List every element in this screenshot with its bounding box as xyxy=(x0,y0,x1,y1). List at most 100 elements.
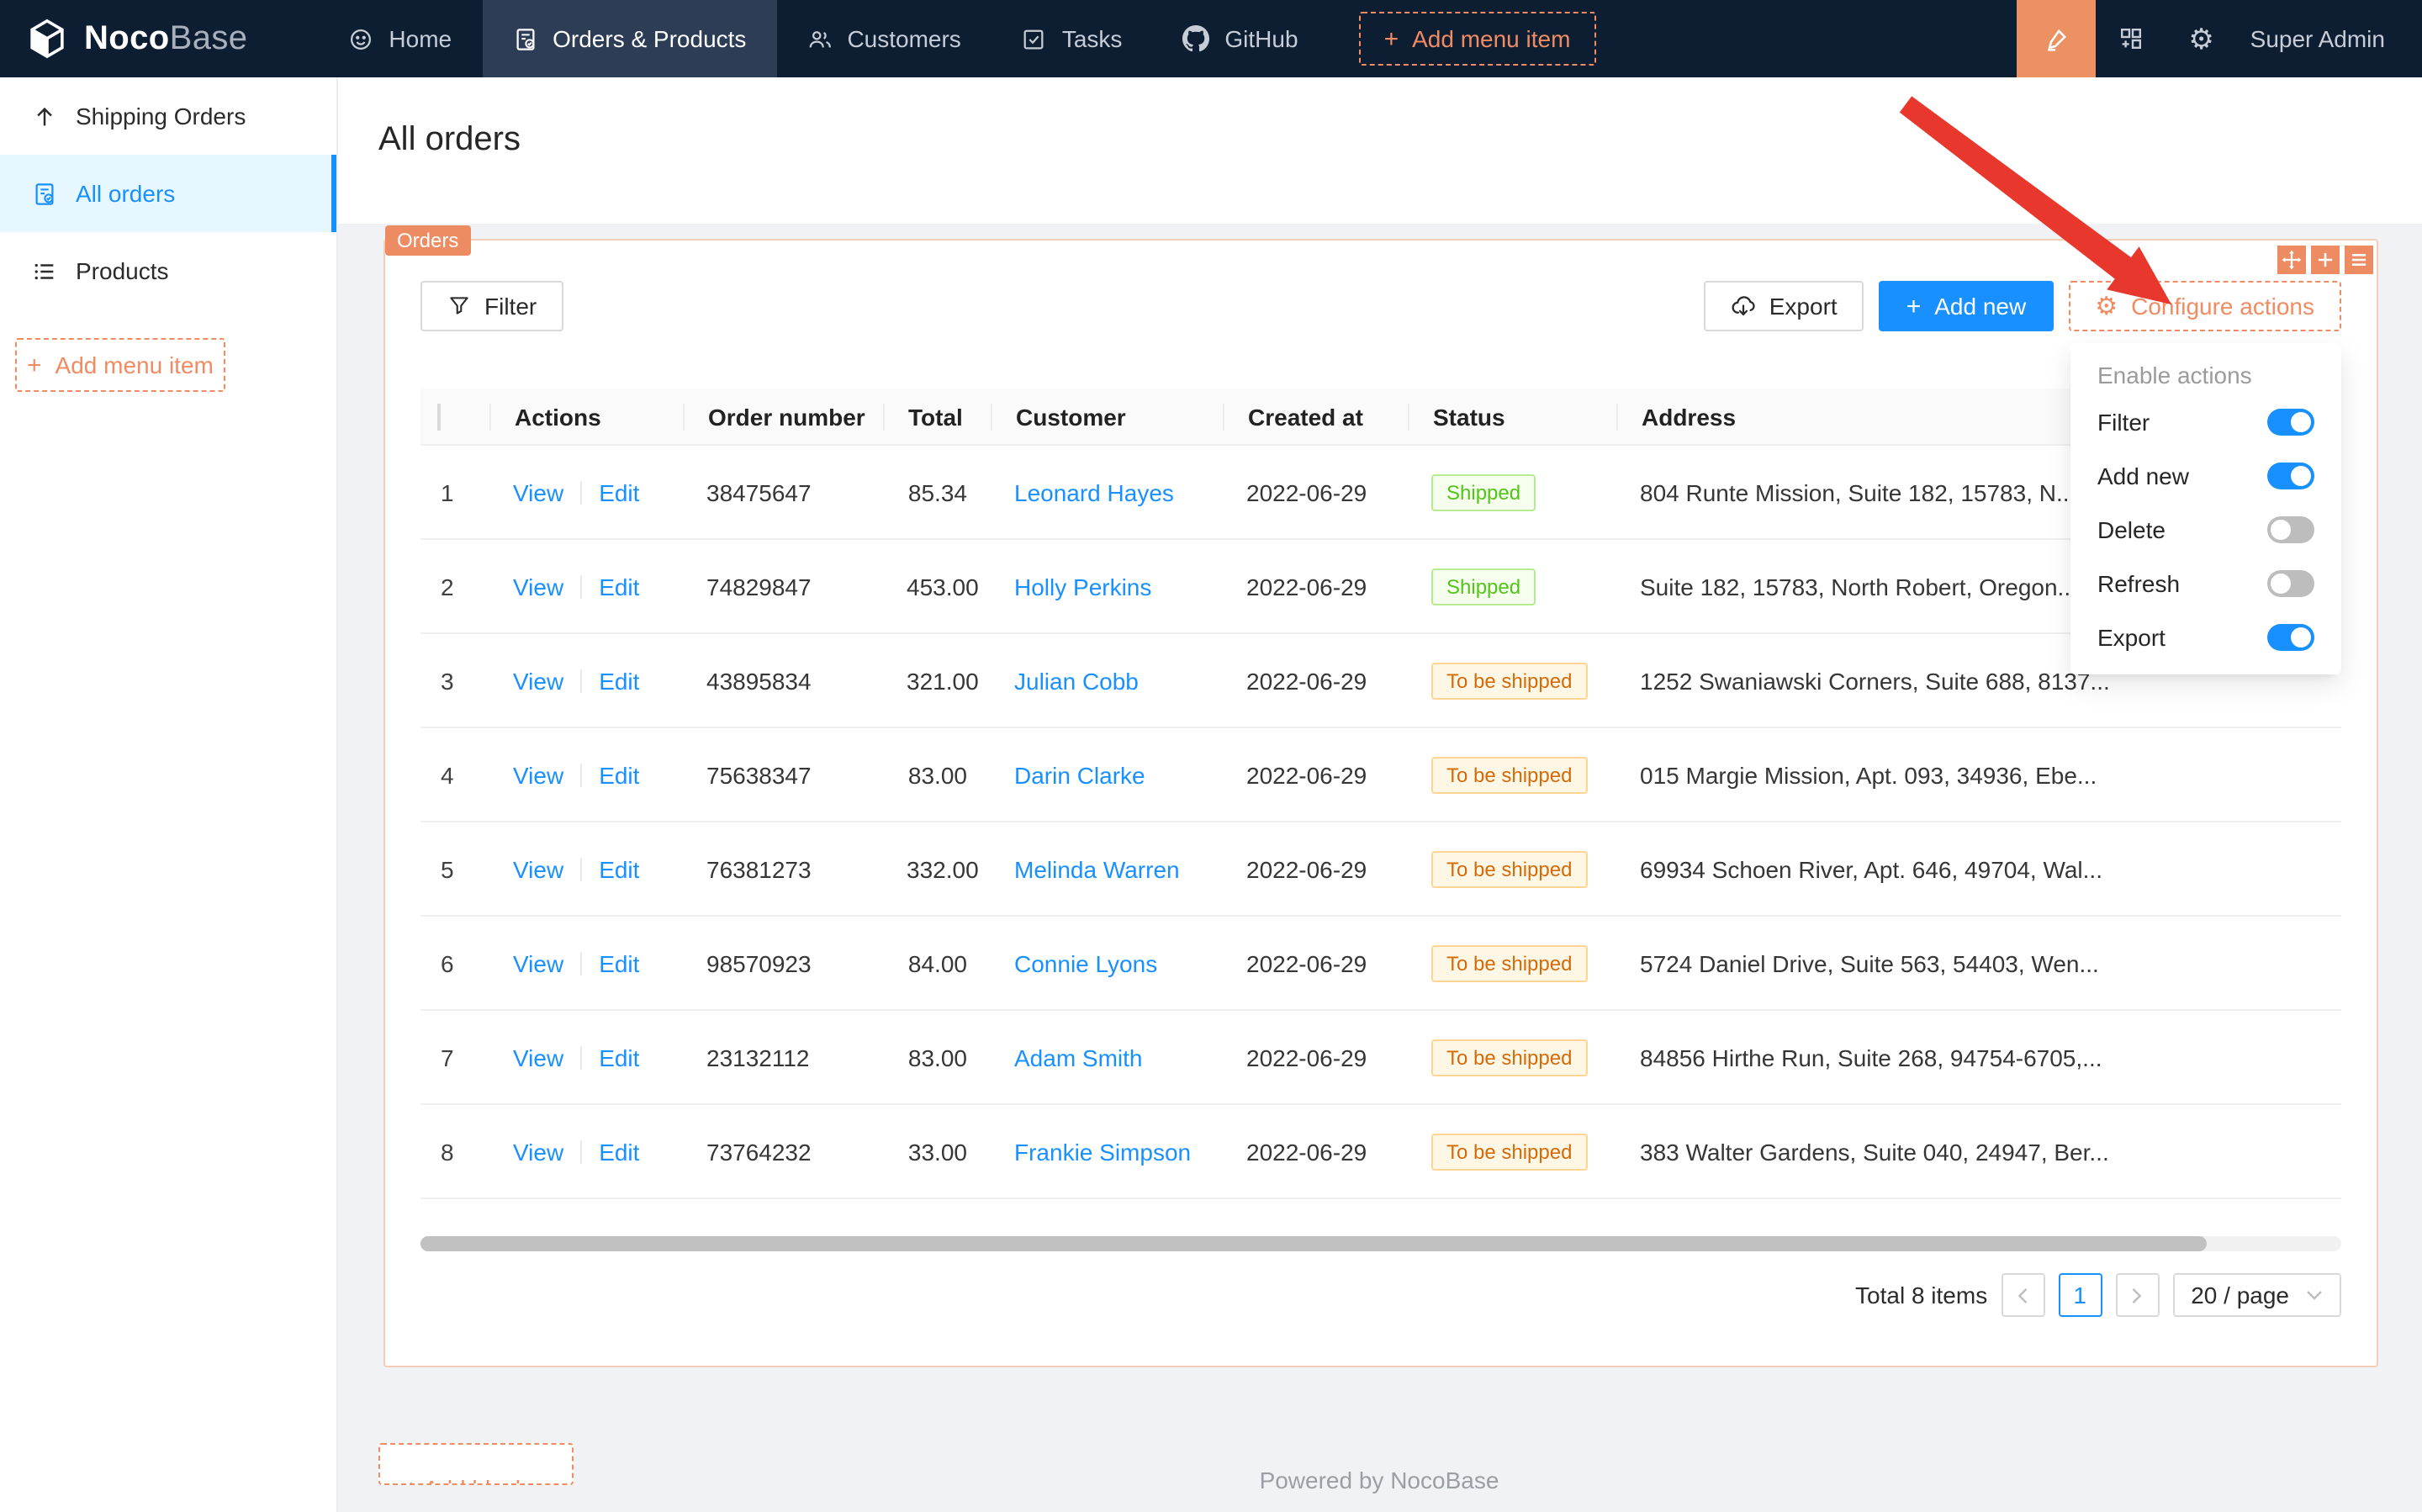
table-row[interactable]: 1 ViewEdit 38475647 85.34 Leonard Hayes … xyxy=(420,446,2341,540)
prev-page-button[interactable] xyxy=(2001,1273,2044,1317)
view-link[interactable]: View xyxy=(513,478,563,505)
switch-knob xyxy=(2291,412,2311,432)
view-link[interactable]: View xyxy=(513,949,563,976)
nav-item-customers[interactable]: Customers xyxy=(776,0,991,77)
dropdown-item[interactable]: Filter xyxy=(2070,395,2341,449)
add-block-icon[interactable] xyxy=(2311,246,2340,274)
nav-item-home[interactable]: Home xyxy=(318,0,482,77)
user-menu[interactable]: Super Admin xyxy=(2237,25,2422,52)
toggle-switch[interactable] xyxy=(2267,624,2314,651)
switch-knob xyxy=(2271,520,2291,540)
row-index: 5 xyxy=(420,855,489,882)
app-window: NocoBase Home Orders xyxy=(0,0,2422,1512)
dropdown-item[interactable]: Delete xyxy=(2070,503,2341,557)
configure-actions-button[interactable]: ⚙ Configure actions xyxy=(2068,281,2341,331)
sidebar-item-label: Products xyxy=(76,257,169,284)
dropdown-item[interactable]: Add new xyxy=(2070,449,2341,503)
customer-link[interactable]: Adam Smith xyxy=(1014,1044,1143,1071)
nav-item-github[interactable]: GitHub xyxy=(1152,0,1328,77)
customer-cell: Darin Clarke xyxy=(991,761,1223,788)
view-link[interactable]: View xyxy=(513,573,563,600)
customer-cell: Adam Smith xyxy=(991,1044,1223,1071)
status-badge: To be shipped xyxy=(1431,662,1587,699)
nav-label: Tasks xyxy=(1062,25,1123,52)
nav-item-tasks[interactable]: Tasks xyxy=(992,0,1153,77)
total-cell: 85.34 xyxy=(883,478,991,505)
orders-table: Actions Order number Total Customer Crea… xyxy=(420,389,2341,1199)
table-row[interactable]: 3 ViewEdit 43895834 321.00 Julian Cobb 2… xyxy=(420,634,2341,728)
customer-link[interactable]: Connie Lyons xyxy=(1014,949,1157,976)
filter-button[interactable]: Filter xyxy=(420,281,563,331)
export-button[interactable]: Export xyxy=(1704,281,1864,331)
edit-link[interactable]: Edit xyxy=(599,949,639,976)
view-link[interactable]: View xyxy=(513,855,563,882)
select-all-checkbox[interactable] xyxy=(437,403,441,430)
customer-link[interactable]: Julian Cobb xyxy=(1014,667,1139,694)
row-index: 4 xyxy=(420,761,489,788)
table-row[interactable]: 8 ViewEdit 73764232 33.00 Frankie Simpso… xyxy=(420,1105,2341,1199)
toggle-switch[interactable] xyxy=(2267,516,2314,543)
column-header-created-at[interactable]: Created at xyxy=(1223,403,1408,430)
file-check-icon xyxy=(32,181,57,206)
table-header-row: Actions Order number Total Customer Crea… xyxy=(420,389,2341,446)
horizontal-scrollbar-thumb[interactable] xyxy=(420,1236,2207,1251)
action-divider xyxy=(580,1045,582,1069)
dropdown-item[interactable]: Refresh xyxy=(2070,557,2341,611)
column-header-total[interactable]: Total xyxy=(883,403,991,430)
nav-item-orders-products[interactable]: Orders & Products xyxy=(482,0,776,77)
block-menu-icon[interactable] xyxy=(2345,246,2373,274)
plus-icon: + xyxy=(1906,293,1922,319)
toggle-switch[interactable] xyxy=(2267,463,2314,489)
edit-link[interactable]: Edit xyxy=(599,1138,639,1165)
view-link[interactable]: View xyxy=(513,761,563,788)
row-actions: View Edit xyxy=(489,761,683,788)
table-row[interactable]: 5 ViewEdit 76381273 332.00 Melinda Warre… xyxy=(420,822,2341,917)
status-cell: To be shipped xyxy=(1408,1133,1616,1170)
edit-link[interactable]: Edit xyxy=(599,573,639,600)
arrow-up-icon xyxy=(32,103,57,129)
edit-link[interactable]: Edit xyxy=(599,478,639,505)
sidebar-item-shipping-orders[interactable]: Shipping Orders xyxy=(0,77,336,155)
table-row[interactable]: 4 ViewEdit 75638347 83.00 Darin Clarke 2… xyxy=(420,728,2341,822)
dropdown-item[interactable]: Export xyxy=(2070,611,2341,664)
view-link[interactable]: View xyxy=(513,1138,563,1165)
created-at-cell: 2022-06-29 xyxy=(1223,667,1408,694)
view-link[interactable]: View xyxy=(513,667,563,694)
table-row[interactable]: 7 ViewEdit 23132112 83.00 Adam Smith 202… xyxy=(420,1011,2341,1105)
header-right: ⚙ Super Admin xyxy=(2017,0,2422,77)
edit-link[interactable]: Edit xyxy=(599,761,639,788)
status-badge: Shipped xyxy=(1431,568,1536,605)
edit-link[interactable]: Edit xyxy=(599,667,639,694)
customer-link[interactable]: Darin Clarke xyxy=(1014,761,1145,788)
customer-cell: Julian Cobb xyxy=(991,667,1223,694)
customer-link[interactable]: Frankie Simpson xyxy=(1014,1138,1191,1165)
next-page-button[interactable] xyxy=(2115,1273,2159,1317)
page-number-button[interactable]: 1 xyxy=(2058,1273,2102,1317)
view-link[interactable]: View xyxy=(513,1044,563,1071)
column-header-actions[interactable]: Actions xyxy=(489,403,683,430)
sidebar-item-products[interactable]: Products xyxy=(0,232,336,309)
customer-link[interactable]: Leonard Hayes xyxy=(1014,478,1174,505)
column-header-order-number[interactable]: Order number xyxy=(683,403,883,430)
sidebar-item-all-orders[interactable]: All orders xyxy=(0,155,336,232)
page-size-select[interactable]: 20 / page xyxy=(2172,1273,2341,1317)
table-row[interactable]: 6 ViewEdit 98570923 84.00 Connie Lyons 2… xyxy=(420,917,2341,1011)
ui-editor-button[interactable] xyxy=(2017,0,2096,77)
toggle-switch[interactable] xyxy=(2267,570,2314,597)
row-index: 6 xyxy=(420,949,489,976)
drag-handle-icon[interactable] xyxy=(2277,246,2306,274)
customer-link[interactable]: Holly Perkins xyxy=(1014,573,1151,600)
plugins-button[interactable] xyxy=(2096,0,2166,77)
column-header-status[interactable]: Status xyxy=(1408,403,1616,430)
edit-link[interactable]: Edit xyxy=(599,855,639,882)
column-header-customer[interactable]: Customer xyxy=(991,403,1223,430)
sidebar-add-menu-item-button[interactable]: + Add menu item xyxy=(15,338,225,392)
status-cell: To be shipped xyxy=(1408,1039,1616,1076)
toggle-switch[interactable] xyxy=(2267,409,2314,436)
customer-link[interactable]: Melinda Warren xyxy=(1014,855,1180,882)
edit-link[interactable]: Edit xyxy=(599,1044,639,1071)
settings-button[interactable]: ⚙ xyxy=(2166,0,2237,77)
table-row[interactable]: 2 ViewEdit 74829847 453.00 Holly Perkins… xyxy=(420,540,2341,634)
header-add-menu-item-button[interactable]: + Add menu item xyxy=(1359,12,1596,66)
add-new-button[interactable]: + Add new xyxy=(1880,281,2054,331)
